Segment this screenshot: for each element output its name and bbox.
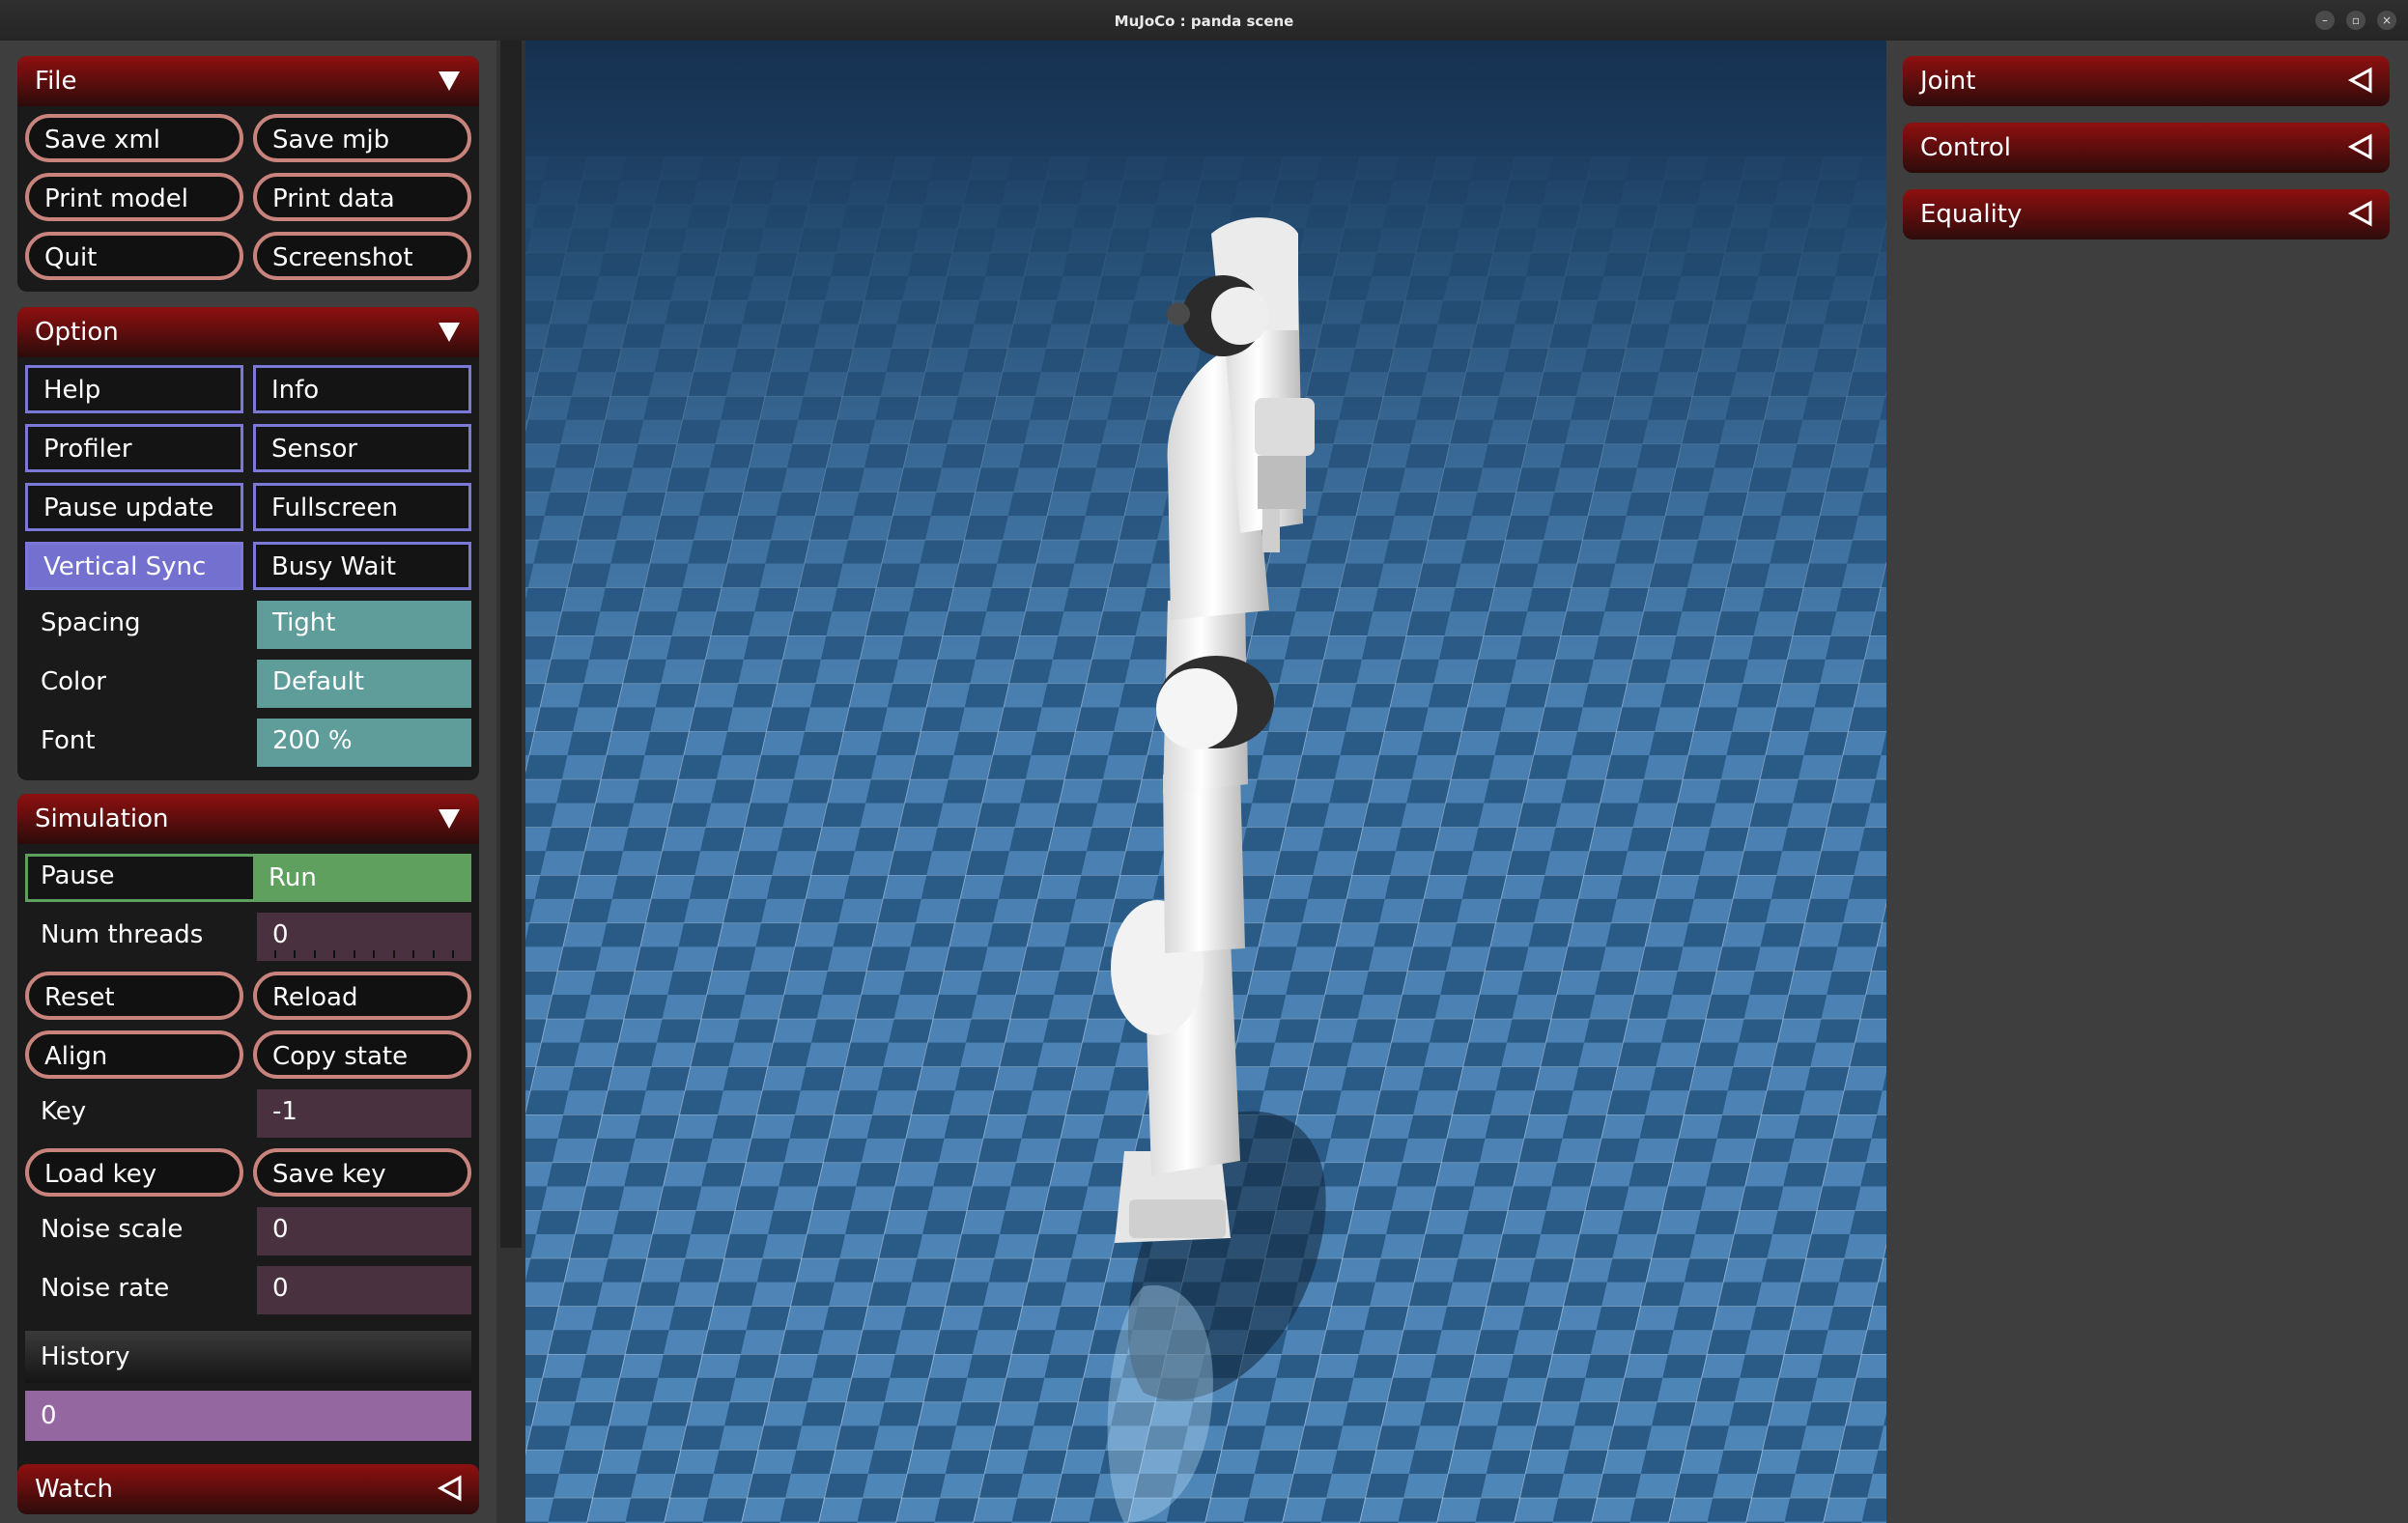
joint-section-header[interactable]: Joint xyxy=(1903,56,2390,106)
file-section-header[interactable]: File xyxy=(17,56,479,106)
window-titlebar: MuJoCo : panda scene – ▫ × xyxy=(0,0,2408,42)
reset-button[interactable]: Reset xyxy=(25,972,243,1020)
expand-left-icon xyxy=(2347,200,2372,227)
screenshot-button[interactable]: Screenshot xyxy=(253,232,471,280)
align-button[interactable]: Align xyxy=(25,1030,243,1079)
left-ui-panel: File Save xml Save mjb Print model Print… xyxy=(0,41,496,1523)
collapse-down-icon xyxy=(439,71,460,91)
noise-rate-field[interactable]: 0 xyxy=(257,1266,471,1314)
key-slider[interactable]: -1 xyxy=(257,1089,471,1138)
load-key-button[interactable]: Load key xyxy=(25,1148,243,1197)
help-checkbox[interactable]: Help xyxy=(25,365,243,413)
expand-left-icon xyxy=(2347,133,2372,160)
3d-viewport[interactable] xyxy=(525,41,1886,1523)
minimize-icon[interactable]: – xyxy=(2315,11,2335,30)
equality-section-title: Equality xyxy=(1920,200,2023,229)
noise-rate-label: Noise rate xyxy=(41,1274,170,1303)
save-key-button[interactable]: Save key xyxy=(253,1148,471,1197)
sensor-checkbox[interactable]: Sensor xyxy=(253,424,471,472)
collapse-down-icon xyxy=(439,323,460,342)
watch-section-header[interactable]: Watch xyxy=(17,1464,479,1514)
watch-section-title: Watch xyxy=(35,1475,113,1504)
equality-section-header[interactable]: Equality xyxy=(1903,189,2390,240)
color-label: Color xyxy=(41,667,106,696)
history-slider[interactable]: 0 xyxy=(25,1391,471,1441)
copy-state-button[interactable]: Copy state xyxy=(253,1030,471,1079)
info-checkbox[interactable]: Info xyxy=(253,365,471,413)
file-section: File Save xml Save mjb Print model Print… xyxy=(17,56,479,292)
reload-button[interactable]: Reload xyxy=(253,972,471,1020)
control-section: Control xyxy=(1903,123,2390,173)
close-icon[interactable]: × xyxy=(2377,11,2396,30)
watch-section: Watch xyxy=(17,1464,479,1514)
control-section-header[interactable]: Control xyxy=(1903,123,2390,173)
fullscreen-checkbox[interactable]: Fullscreen xyxy=(253,483,471,531)
collapse-down-icon xyxy=(439,809,460,829)
color-select[interactable]: Default xyxy=(257,660,471,708)
expand-left-icon xyxy=(2347,67,2372,94)
equality-section: Equality xyxy=(1903,189,2390,240)
file-section-title: File xyxy=(35,67,77,96)
num-threads-label: Num threads xyxy=(41,920,204,949)
slider-ticks xyxy=(274,950,454,958)
save-xml-button[interactable]: Save xml xyxy=(25,114,243,162)
spacing-select[interactable]: Tight xyxy=(257,601,471,649)
maximize-icon[interactable]: ▫ xyxy=(2346,11,2366,30)
run-radio[interactable]: Run xyxy=(253,854,471,902)
noise-scale-label: Noise scale xyxy=(41,1215,184,1244)
num-threads-slider[interactable]: 0 xyxy=(257,913,471,961)
vertical-sync-checkbox[interactable]: Vertical Sync xyxy=(25,542,243,590)
option-section: Option Help Info Profiler Sensor Pause u… xyxy=(17,307,479,780)
scrollbar-thumb[interactable] xyxy=(500,41,522,1248)
busy-wait-checkbox[interactable]: Busy Wait xyxy=(253,542,471,590)
right-ui-panel: Joint Control Equality xyxy=(1886,41,2408,1523)
save-mjb-button[interactable]: Save mjb xyxy=(253,114,471,162)
option-section-header[interactable]: Option xyxy=(17,307,479,357)
simulation-section: Simulation Pause Run Num threads 0 Reset… xyxy=(17,794,479,1487)
print-model-button[interactable]: Print model xyxy=(25,173,243,221)
simulation-section-header[interactable]: Simulation xyxy=(17,794,479,844)
pause-radio[interactable]: Pause xyxy=(25,854,247,902)
key-label: Key xyxy=(41,1097,87,1126)
control-section-title: Control xyxy=(1920,133,2011,162)
spacing-label: Spacing xyxy=(41,608,141,637)
noise-scale-field[interactable]: 0 xyxy=(257,1207,471,1255)
left-panel-scrollbar[interactable] xyxy=(496,41,525,1523)
profiler-checkbox[interactable]: Profiler xyxy=(25,424,243,472)
expand-left-icon xyxy=(437,1475,462,1502)
num-threads-value: 0 xyxy=(272,920,289,949)
joint-section: Joint xyxy=(1903,56,2390,106)
scene-render xyxy=(525,41,1886,1523)
window-title: MuJoCo : panda scene xyxy=(1114,13,1294,30)
option-section-title: Option xyxy=(35,318,119,347)
joint-section-title: Joint xyxy=(1920,67,1976,96)
quit-button[interactable]: Quit xyxy=(25,232,243,280)
history-label: History xyxy=(25,1331,471,1383)
font-label: Font xyxy=(41,726,96,755)
simulation-section-title: Simulation xyxy=(35,804,169,833)
pause-update-checkbox[interactable]: Pause update xyxy=(25,483,243,531)
font-select[interactable]: 200 % xyxy=(257,719,471,767)
print-data-button[interactable]: Print data xyxy=(253,173,471,221)
